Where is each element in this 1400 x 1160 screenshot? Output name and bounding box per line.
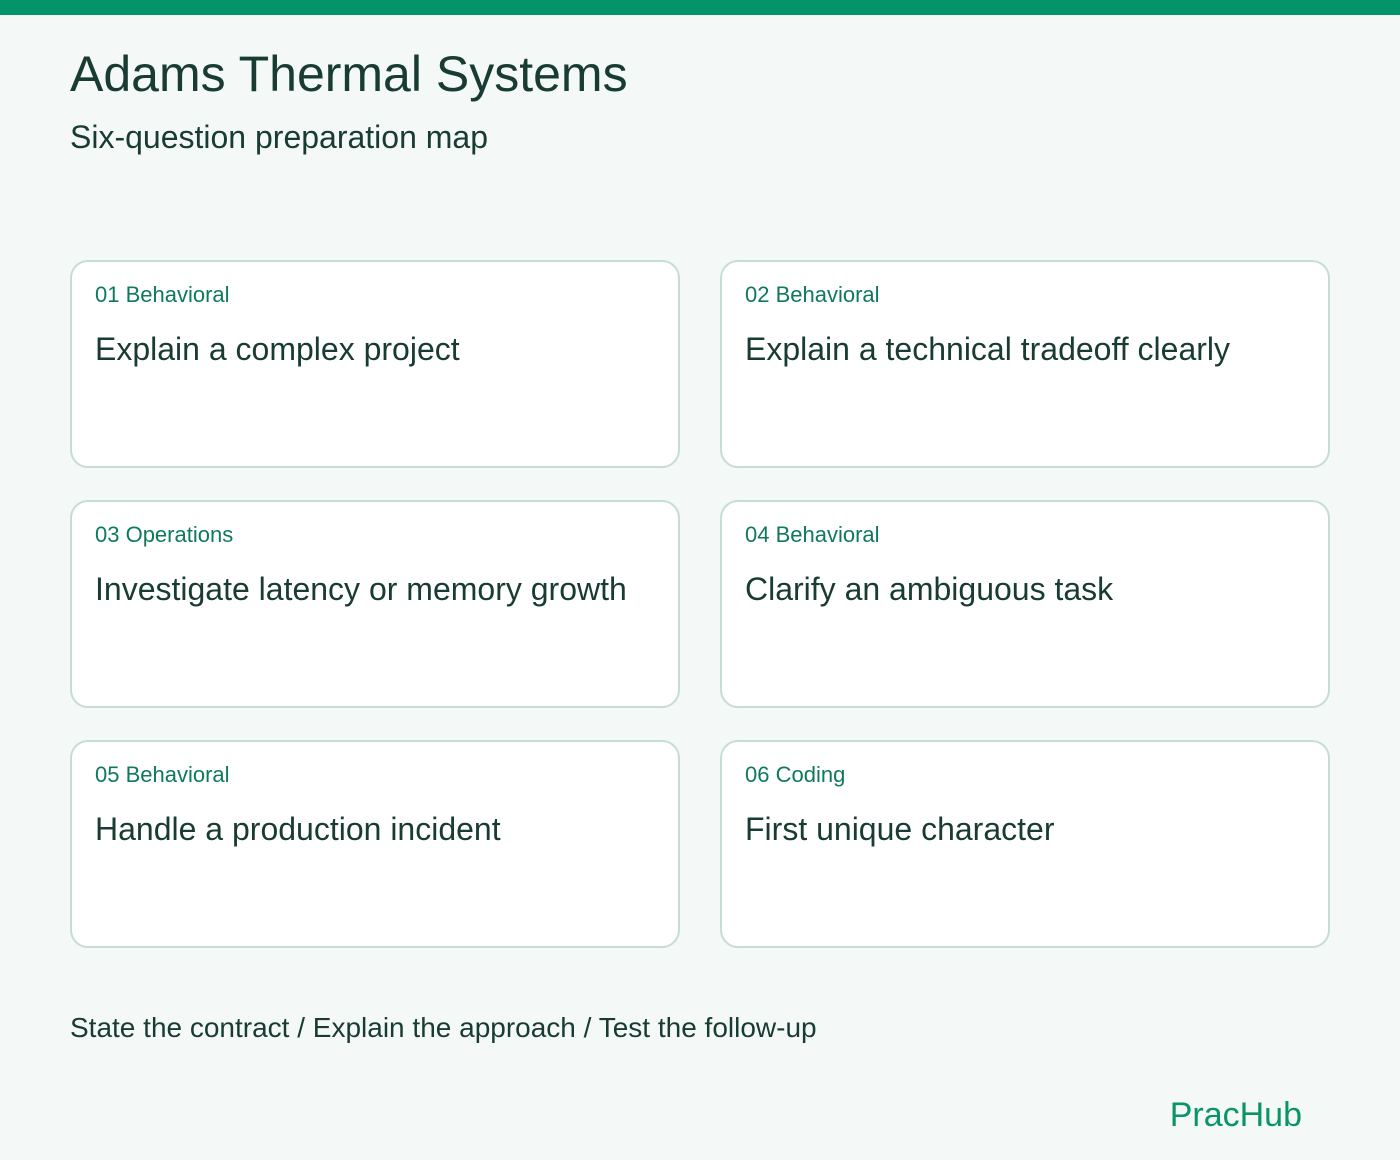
question-tag: 03 Operations <box>95 522 234 547</box>
top-accent-bar <box>0 0 1400 15</box>
question-tag: 04 Behavioral <box>745 522 880 547</box>
question-title: Investigate latency or memory growth <box>95 571 627 607</box>
question-title: Clarify an ambiguous task <box>745 571 1114 607</box>
page-title: Adams Thermal Systems <box>70 46 628 102</box>
question-tag: 06 Coding <box>745 762 846 787</box>
question-tag: 02 Behavioral <box>745 282 880 307</box>
question-card-5[interactable]: 05 Behavioral Handle a production incide… <box>70 740 680 948</box>
question-title: First unique character <box>745 811 1055 847</box>
question-grid: 01 Behavioral Explain a complex project … <box>70 260 1330 948</box>
question-title: Explain a technical tradeoff clearly <box>745 331 1231 367</box>
question-tag: 05 Behavioral <box>95 762 230 787</box>
approach-steps-note: State the contract / Explain the approac… <box>70 1012 817 1043</box>
question-card-2[interactable]: 02 Behavioral Explain a technical tradeo… <box>720 260 1330 468</box>
question-title: Handle a production incident <box>95 811 501 847</box>
question-card-3[interactable]: 03 Operations Investigate latency or mem… <box>70 500 680 708</box>
question-card-6[interactable]: 06 Coding First unique character <box>720 740 1330 948</box>
brand-logo-text: PracHub <box>1169 1096 1302 1134</box>
question-card-1[interactable]: 01 Behavioral Explain a complex project <box>70 260 680 468</box>
page-subtitle: Six-question preparation map <box>70 119 489 155</box>
question-title: Explain a complex project <box>95 331 460 367</box>
question-card-4[interactable]: 04 Behavioral Clarify an ambiguous task <box>720 500 1330 708</box>
question-tag: 01 Behavioral <box>95 282 230 307</box>
